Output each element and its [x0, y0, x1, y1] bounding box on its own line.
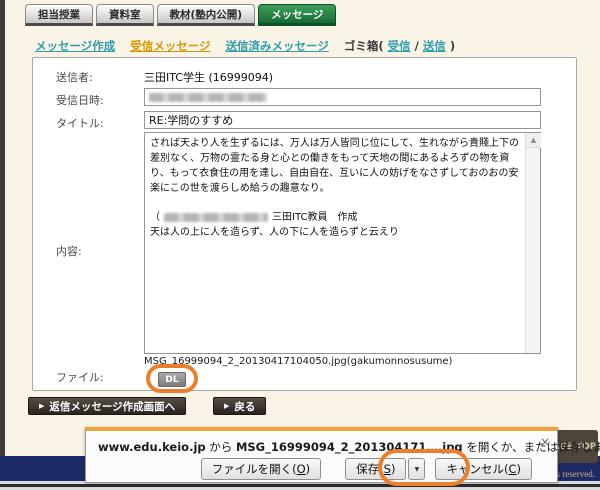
open-file-button[interactable]: ファイルを開く(O) — [201, 458, 322, 480]
textarea-scrollbar[interactable]: ▲ — [525, 133, 540, 353]
app-window: 担当授業 資料室 教材(塾内公開) メッセージ メッセージ作成 受信メッセージ … — [0, 0, 600, 490]
cancel-button[interactable]: キャンセル(C) — [435, 458, 532, 480]
tab-bar: 担当授業 資料室 教材(塾内公開) メッセージ — [25, 4, 336, 26]
body-paragraph: されば天より人を生ずるには、万人は万人皆同じ位にして、生れながら貴賤上下の差別な… — [150, 136, 520, 196]
arrow-icon: ▶ — [224, 402, 229, 410]
window-bottom-edge — [0, 484, 600, 487]
save-button[interactable]: 保存(S) — [345, 458, 406, 480]
back-button-label: 戻る — [234, 399, 255, 414]
reply-message-button[interactable]: ▶ 返信メッセージ作成画面へ — [28, 397, 186, 415]
download-bar-buttons: ファイルを開く(O) 保存(S) ▼ キャンセル(C) — [201, 458, 532, 480]
tab-materials[interactable]: 教材(塾内公開) — [157, 4, 256, 26]
title-value: RE:学問のすすめ — [149, 112, 233, 128]
download-notification-bar: www.edu.keio.jp から MSG_16999094_2_201304… — [85, 427, 558, 483]
nav-received-messages-link[interactable]: 受信メッセージ — [130, 38, 210, 54]
save-dropdown-button[interactable]: ▼ — [408, 458, 425, 480]
received-date-label: 受信日時: — [56, 92, 104, 108]
trash-slash: / — [415, 39, 419, 53]
nav-sent-messages-link[interactable]: 送信済みメッセージ — [226, 38, 329, 54]
message-nav: メッセージ作成 受信メッセージ 送信済みメッセージ ゴミ箱( 受信 / 送信 ) — [35, 38, 455, 54]
tab-assigned-classes[interactable]: 担当授業 — [25, 4, 93, 26]
message-detail-panel: 送信者: 三田ITC学生 (16999094) 受信日時: タイトル: RE:学… — [32, 57, 577, 391]
download-button[interactable]: DL — [158, 372, 186, 387]
sender-value: 三田ITC学生 (16999094) — [144, 69, 273, 85]
file-label: ファイル: — [56, 369, 104, 385]
title-label: タイトル: — [56, 115, 104, 131]
download-host: www.edu.keio.jp — [98, 440, 206, 454]
arrow-icon: ▶ — [39, 402, 44, 410]
back-button[interactable]: ▶ 戻る — [213, 397, 266, 415]
body-quote-line: 天は人の上に人を造らず、人の下に人を造らずと云えり — [150, 225, 520, 240]
scroll-up-icon[interactable]: ▲ — [526, 133, 541, 148]
nav-trash-group: ゴミ箱( 受信 / 送信 ) — [344, 38, 455, 54]
tab-message[interactable]: メッセージ — [258, 4, 336, 26]
window-left-border — [0, 0, 5, 458]
received-date-field[interactable] — [144, 88, 541, 106]
attachment-file-name: MSG_16999094_2_20130417104050.jpg(gakumo… — [144, 356, 452, 367]
body-label: 内容: — [56, 243, 82, 259]
trash-received-link[interactable]: 受信 — [388, 38, 411, 54]
sender-label: 送信者: — [56, 69, 93, 85]
body-author-line: （三田ITC教員 作成 — [150, 210, 520, 225]
trash-label-close: ) — [450, 39, 455, 53]
trash-label: ゴミ箱( — [344, 38, 384, 54]
body-text: されば天より人を生ずるには、万人は万人皆同じ位にして、生れながら貴賤上下の差別な… — [150, 136, 520, 240]
body-textarea[interactable]: されば天より人を生ずるには、万人は万人皆同じ位にして、生れながら貴賤上下の差別な… — [144, 132, 541, 354]
reply-button-label: 返信メッセージ作成画面へ — [49, 399, 175, 414]
download-filename: MSG_16999094_2_201304171….jpg — [236, 440, 463, 454]
download-prompt-text: www.edu.keio.jp から MSG_16999094_2_201304… — [98, 439, 600, 455]
redacted-author-info — [164, 213, 268, 222]
nav-create-message-link[interactable]: メッセージ作成 — [35, 38, 115, 54]
title-field[interactable]: RE:学問のすすめ — [144, 111, 541, 129]
trash-sent-link[interactable]: 送信 — [423, 38, 446, 54]
chevron-down-icon: ▼ — [415, 466, 420, 473]
tab-resource-room[interactable]: 資料室 — [96, 4, 154, 26]
close-icon[interactable]: × — [540, 435, 550, 449]
redacted-date-value — [149, 93, 267, 102]
